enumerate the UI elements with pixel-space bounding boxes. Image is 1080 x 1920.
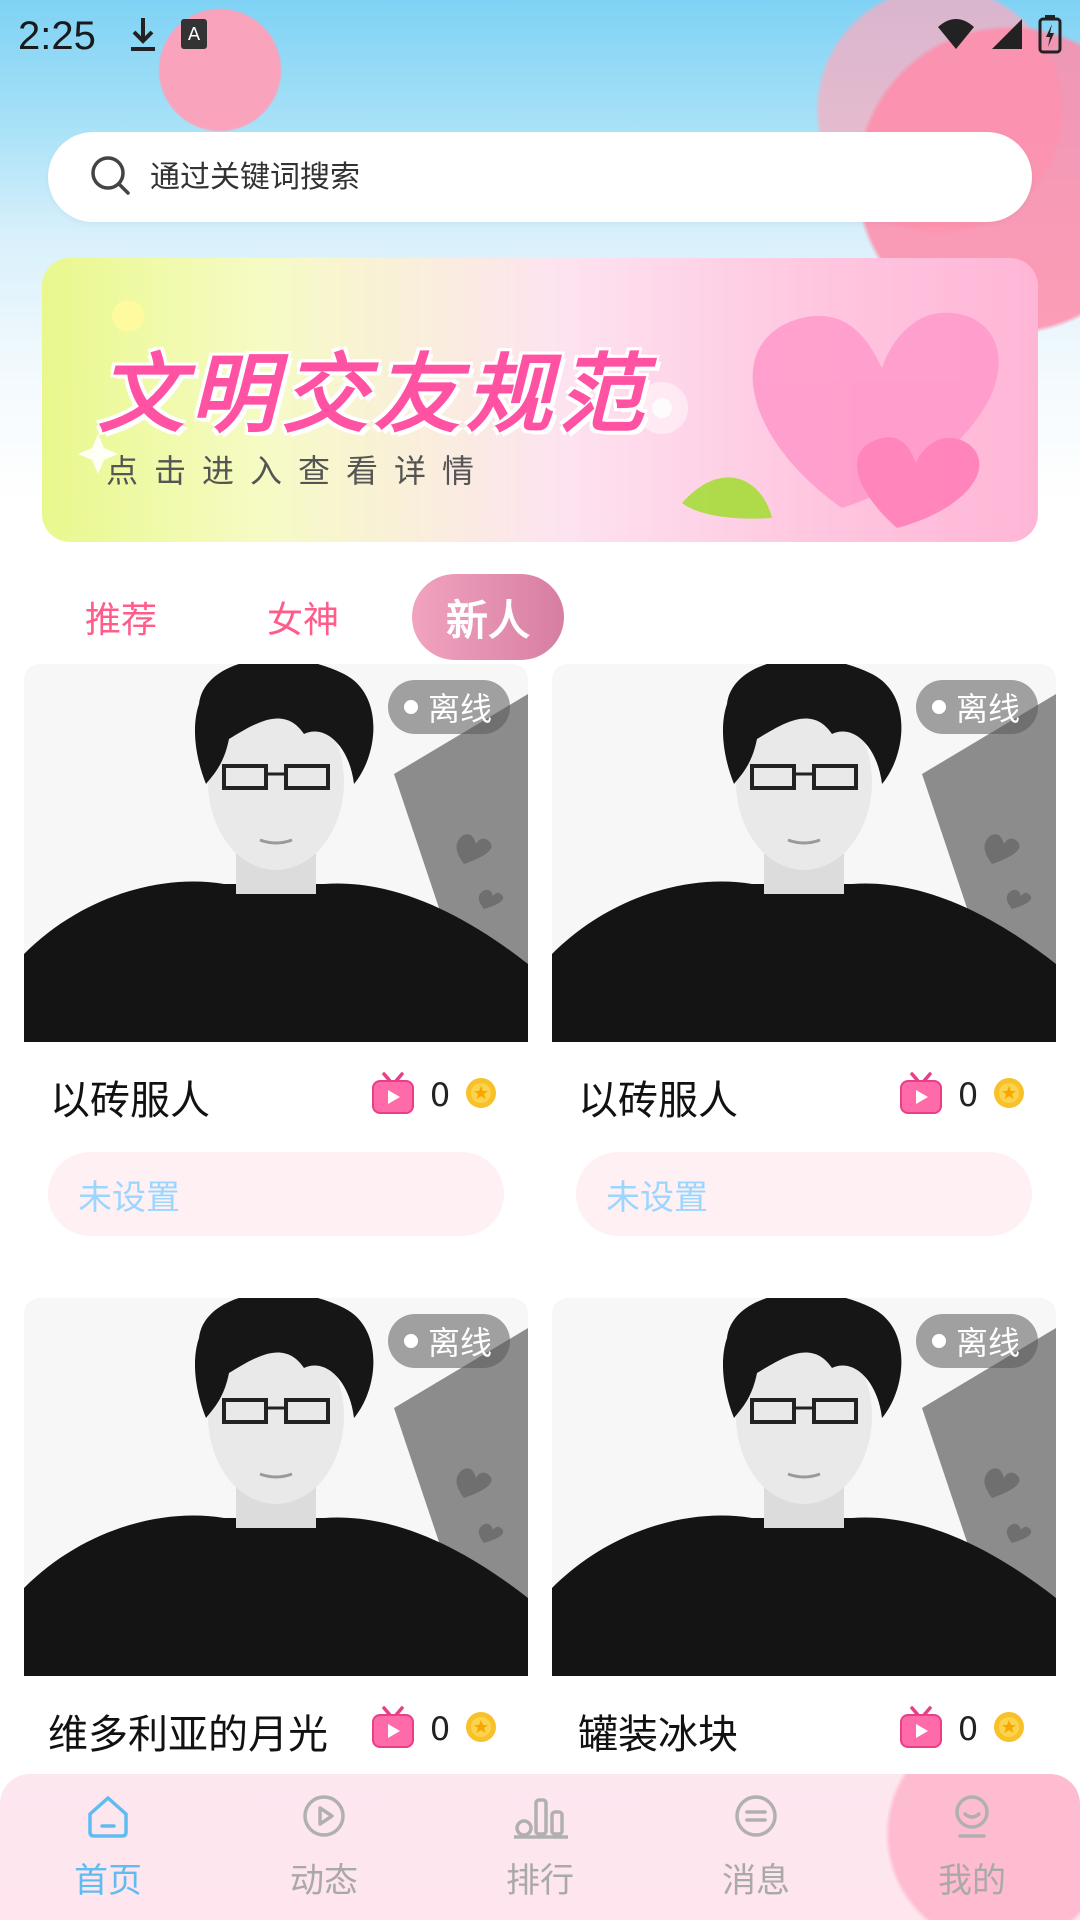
search-bar[interactable] [48, 132, 1032, 222]
nav-label: 动态 [290, 1861, 358, 1901]
nav-messages[interactable]: 消息 [648, 1774, 864, 1920]
status-dot-icon [403, 1334, 418, 1348]
status-dot-icon [931, 700, 946, 714]
status-text: 离线 [955, 1324, 1020, 1362]
nav-home[interactable]: 首页 [0, 1774, 216, 1920]
card-tag: 未设置 [48, 1152, 504, 1236]
status-dot-icon [931, 1334, 946, 1348]
nav-label: 首页 [74, 1861, 142, 1901]
user-card[interactable]: 离线 罐装冰块 0 [552, 1298, 1056, 1786]
card-count: 0 [429, 1710, 451, 1748]
card-photo: 离线 [24, 664, 528, 1042]
ranking-icon [510, 1792, 570, 1849]
user-card[interactable]: 离线 以砖服人 0 未设置 [552, 664, 1056, 1236]
nav-label: 我的 [938, 1861, 1006, 1901]
user-card[interactable]: 离线 维多利亚的月光 0 [24, 1298, 528, 1786]
nav-label: 消息 [722, 1861, 790, 1901]
card-photo: 离线 [552, 664, 1056, 1042]
coin-icon [464, 1710, 498, 1748]
tab-newcomer[interactable]: 新人 [412, 574, 564, 660]
status-badge: 离线 [915, 680, 1038, 734]
card-name: 以砖服人 [50, 1078, 210, 1124]
message-icon [732, 1792, 780, 1849]
search-input[interactable] [150, 159, 950, 195]
bottom-nav: 首页 动态 排行 消息 我的 [0, 1774, 1080, 1920]
status-badge: 离线 [387, 1314, 510, 1368]
rules-banner[interactable]: 文明交友规范 点击进入查看详情 [42, 258, 1038, 542]
card-count: 0 [429, 1076, 451, 1114]
category-tabs: 推荐 女神 新人 [0, 574, 1080, 664]
card-name: 维多利亚的月光 [48, 1712, 328, 1758]
cellular-signal-icon [990, 17, 1024, 55]
home-icon [84, 1792, 132, 1849]
nav-profile[interactable]: 我的 [864, 1774, 1080, 1920]
status-badge: 离线 [915, 1314, 1038, 1368]
status-text: 离线 [427, 690, 492, 728]
play-icon [300, 1792, 348, 1849]
nav-ranking[interactable]: 排行 [432, 1774, 648, 1920]
status-bar: 2:25 A [0, 0, 1080, 72]
nav-label: 排行 [506, 1861, 574, 1901]
card-name: 罐装冰块 [578, 1712, 738, 1758]
user-card[interactable]: 离线 以砖服人 0 未设置 [24, 664, 528, 1236]
card-tag: 未设置 [576, 1152, 1032, 1236]
keyboard-a-icon: A [180, 18, 208, 54]
status-time: 2:25 [18, 13, 96, 58]
tv-icon [898, 1704, 944, 1754]
download-icon [128, 14, 158, 58]
tv-icon [898, 1070, 944, 1120]
tab-goddess[interactable]: 女神 [248, 574, 358, 660]
coin-icon [992, 1710, 1026, 1748]
tv-icon [370, 1704, 416, 1754]
tv-icon [370, 1070, 416, 1120]
search-icon [88, 153, 132, 201]
card-photo: 离线 [552, 1298, 1056, 1676]
nav-feed[interactable]: 动态 [216, 1774, 432, 1920]
banner-subtitle: 点击进入查看详情 [106, 452, 491, 490]
coin-icon [464, 1076, 498, 1114]
card-name: 以砖服人 [578, 1078, 738, 1124]
card-count: 0 [957, 1076, 979, 1114]
profile-icon [948, 1792, 996, 1849]
wifi-icon [936, 17, 976, 55]
coin-icon [992, 1076, 1026, 1114]
card-photo: 离线 [24, 1298, 528, 1676]
banner-title: 文明交友规范 [98, 345, 650, 445]
status-text: 离线 [955, 690, 1020, 728]
status-text: 离线 [427, 1324, 492, 1362]
battery-charging-icon [1038, 14, 1062, 58]
tab-recommend[interactable]: 推荐 [66, 574, 176, 660]
status-dot-icon [403, 700, 418, 714]
svg-text:A: A [188, 24, 201, 45]
card-count: 0 [957, 1710, 979, 1748]
status-badge: 离线 [387, 680, 510, 734]
